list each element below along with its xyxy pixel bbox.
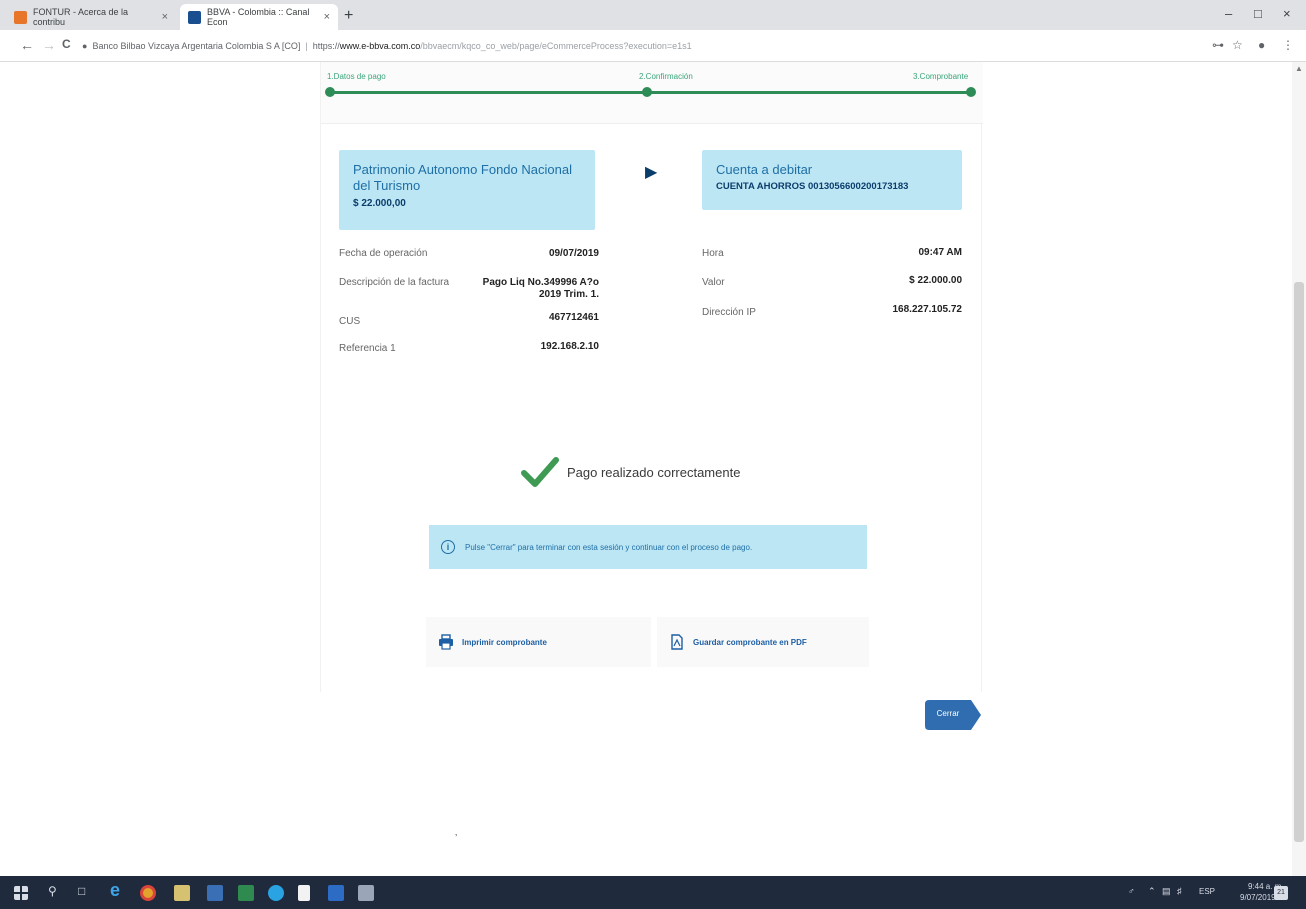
tab-close-icon[interactable]: × xyxy=(162,11,168,23)
fontur-favicon-icon xyxy=(14,10,27,24)
detail-label: Valor xyxy=(702,277,725,288)
detail-label: Dirección IP xyxy=(702,307,756,318)
detail-label: Hora xyxy=(702,248,724,259)
origin-box: Patrimonio Autonomo Fondo Nacional del T… xyxy=(339,150,595,230)
step-3-label: 3.Comprobante xyxy=(913,72,969,81)
print-receipt-button[interactable]: Imprimir comprobante xyxy=(426,617,651,667)
new-tab-button[interactable]: + xyxy=(344,7,353,25)
menu-icon[interactable]: ⋮ xyxy=(1282,38,1294,52)
notice-text: Pulse "Cerrar" para terminar con esta se… xyxy=(465,542,753,552)
cursor-mark: ’ xyxy=(455,833,458,844)
step-2-label: 2.Confirmación xyxy=(639,72,693,81)
clock-date[interactable]: 9/07/2019 xyxy=(1240,893,1276,902)
detail-value: 168.227.105.72 xyxy=(892,304,962,315)
address-bar: ← → C ● Banco Bilbao Vizcaya Argentaria … xyxy=(0,30,1306,62)
info-icon: i xyxy=(441,540,455,554)
debit-account-number: CUENTA AHORROS 0013056600200173183 xyxy=(716,181,909,192)
volume-icon[interactable]: ♯ xyxy=(1177,886,1182,896)
account-icon[interactable]: ● xyxy=(1258,38,1265,52)
url-input[interactable]: ● Banco Bilbao Vizcaya Argentaria Colomb… xyxy=(82,35,1192,57)
detail-label: Descripción de la factura xyxy=(339,277,450,288)
detail-value: $ 22.000.00 xyxy=(909,275,962,286)
step-1-label: 1.Datos de pago xyxy=(327,72,386,81)
detail-value: 09:47 AM xyxy=(918,247,962,258)
tab-close-icon[interactable]: × xyxy=(324,11,330,23)
document-icon[interactable] xyxy=(298,885,310,901)
app-icon[interactable] xyxy=(358,885,374,901)
chrome-icon[interactable] xyxy=(140,885,156,901)
close-window-button[interactable]: × xyxy=(1283,6,1291,21)
tab-title: FONTUR - Acerca de la contribu xyxy=(33,7,129,27)
print-receipt-label: Imprimir comprobante xyxy=(462,637,547,647)
url-separator: | xyxy=(305,41,308,51)
step-2-dot xyxy=(642,87,652,97)
browser-tab-bar: FONTUR - Acerca de la contribu × BBVA - … xyxy=(0,0,1306,30)
network-icon[interactable]: ▤ xyxy=(1162,886,1171,897)
excel-icon[interactable] xyxy=(238,885,254,901)
scrollbar-thumb[interactable] xyxy=(1294,282,1304,842)
page-scrollbar[interactable]: ▲ xyxy=(1292,62,1306,876)
printer-icon xyxy=(439,634,453,650)
detail-value: 467712461 xyxy=(548,312,599,323)
detail-label: Referencia 1 xyxy=(339,343,396,354)
step-3-dot xyxy=(966,87,976,97)
file-explorer-icon[interactable] xyxy=(174,885,190,901)
close-button-label[interactable]: Cerrar xyxy=(927,709,969,718)
skype-icon[interactable] xyxy=(268,885,284,901)
save-pdf-label: Guardar comprobante en PDF xyxy=(693,637,807,647)
success-text: Pago realizado correctamente xyxy=(567,464,741,480)
task-view-icon[interactable]: □ xyxy=(78,884,85,898)
lock-icon: ● xyxy=(82,41,88,51)
outlook-icon[interactable] xyxy=(328,885,344,901)
browser-tab-fontur[interactable]: FONTUR - Acerca de la contribu × xyxy=(6,4,176,30)
progress-stepper: 1.Datos de pago 2.Confirmación 3.Comprob… xyxy=(321,62,983,124)
success-message: Pago realizado correctamente xyxy=(521,457,740,487)
detail-value: 09/07/2019 xyxy=(548,248,599,259)
detail-value: Pago Liq No.349996 A?o 2019 Trim. 1. xyxy=(482,277,599,300)
store-icon[interactable] xyxy=(207,885,223,901)
security-label: Banco Bilbao Vizcaya Argentaria Colombia… xyxy=(92,41,301,51)
scroll-up-icon[interactable]: ▲ xyxy=(1295,64,1303,73)
detail-label: CUS xyxy=(339,316,361,327)
destination-box: Cuenta a debitar CUENTA AHORROS 00130566… xyxy=(702,150,962,210)
tab-title: BBVA - Colombia :: Canal Econ xyxy=(207,7,310,27)
maximize-button[interactable]: □ xyxy=(1254,6,1262,21)
tray-chevron-icon[interactable]: ⌃ xyxy=(1148,886,1156,897)
receipt-card: 1.Datos de pago 2.Confirmación 3.Comprob… xyxy=(320,62,983,692)
forward-button[interactable]: → xyxy=(42,37,56,53)
checkmark-icon xyxy=(521,457,559,487)
browser-tab-bbva[interactable]: BBVA - Colombia :: Canal Econ × xyxy=(180,4,338,30)
back-button[interactable]: ← xyxy=(20,37,34,53)
windows-start-icon[interactable] xyxy=(14,886,28,900)
url-path: /bbvaecm/kqco_co_web/page/eCommerceProce… xyxy=(420,41,692,51)
key-icon[interactable]: ⊶ xyxy=(1212,38,1224,52)
search-icon[interactable]: ⚲ xyxy=(48,884,57,898)
notification-center-icon[interactable]: 21 xyxy=(1274,886,1288,900)
url-scheme: https:// xyxy=(312,41,340,51)
beneficiary-name: Patrimonio Autonomo Fondo Nacional del T… xyxy=(353,162,572,193)
save-pdf-button[interactable]: Guardar comprobante en PDF xyxy=(657,617,869,667)
pdf-icon xyxy=(671,634,683,650)
language-indicator[interactable]: ESP xyxy=(1199,887,1215,896)
star-icon[interactable]: ☆ xyxy=(1232,38,1243,52)
bbva-favicon-icon xyxy=(188,10,201,24)
windows-taskbar: ⚲ □ e ♂ ⌃ ▤ ♯ ESP 9:44 a. m. 9/07/2019 2… xyxy=(0,876,1306,909)
info-notice: i Pulse "Cerrar" para terminar con esta … xyxy=(429,525,867,569)
chevron-right-icon: ▶ xyxy=(645,164,658,181)
people-icon[interactable]: ♂ xyxy=(1128,886,1135,896)
detail-label: Fecha de operación xyxy=(339,248,428,259)
debit-account-label: Cuenta a debitar xyxy=(716,162,813,177)
minimize-button[interactable]: – xyxy=(1225,6,1232,21)
step-1-dot xyxy=(325,87,335,97)
edge-icon[interactable]: e xyxy=(110,880,120,901)
payment-amount: $ 22.000,00 xyxy=(353,198,406,209)
url-host: www.e-bbva.com.co xyxy=(339,41,421,51)
reload-button[interactable]: C xyxy=(62,37,71,51)
detail-value: 192.168.2.10 xyxy=(540,341,599,352)
